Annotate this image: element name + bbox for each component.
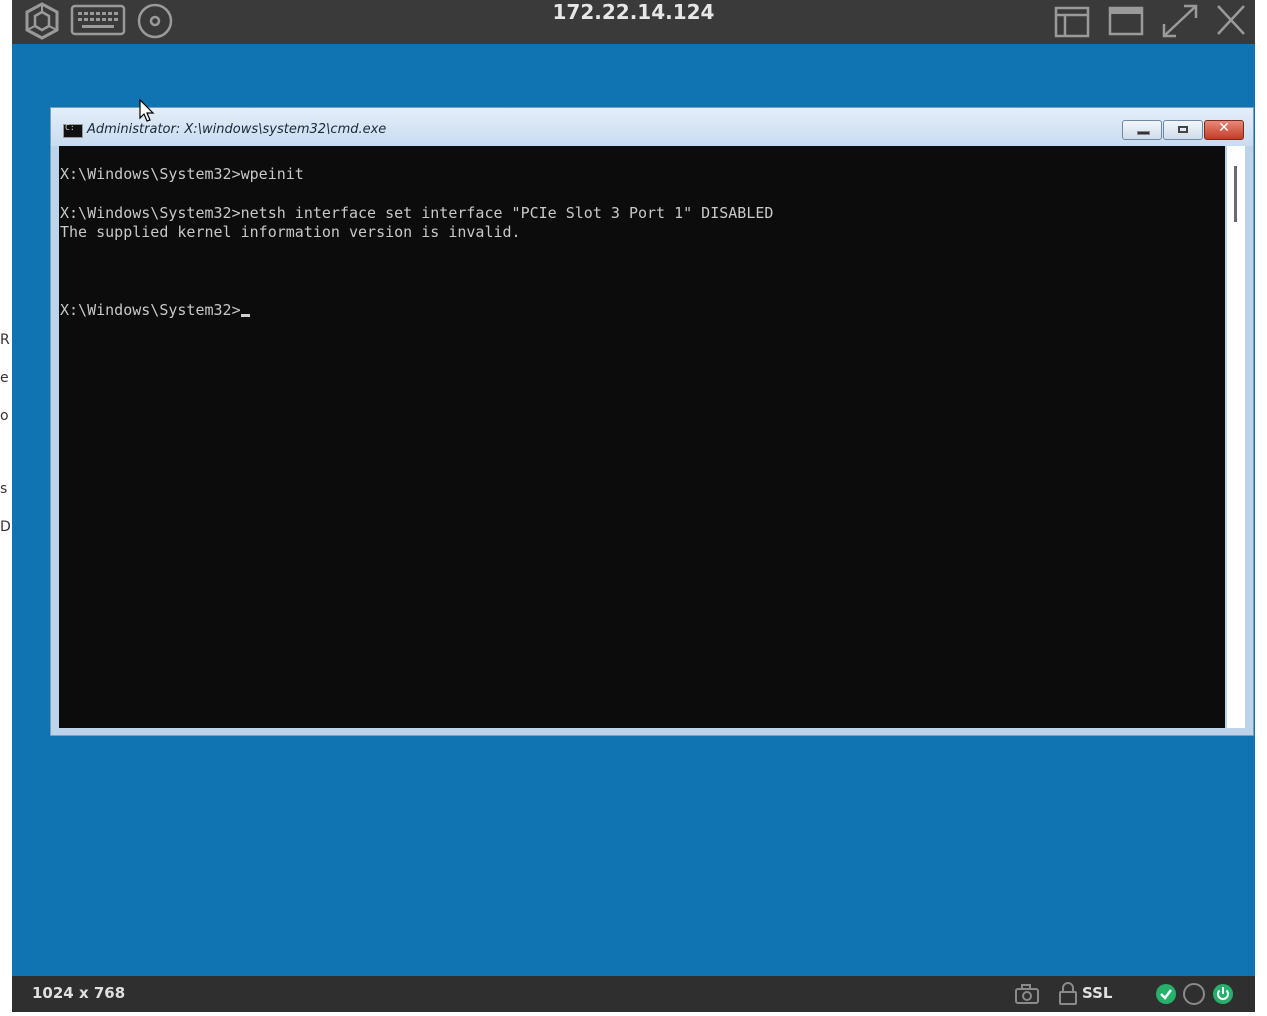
text-fragment: R bbox=[0, 332, 10, 348]
console-line: X:\Windows\System32>netsh interface set … bbox=[60, 204, 774, 222]
minimize-button[interactable] bbox=[1122, 120, 1162, 140]
close-icon[interactable] bbox=[1212, 2, 1250, 44]
maximize-icon bbox=[1178, 126, 1188, 133]
cmd-window-title: Administrator: X:\windows\system32\cmd.e… bbox=[87, 122, 387, 137]
text-fragment: o bbox=[0, 408, 9, 424]
viewer-statusbar: 1024 x 768 SSL bbox=[12, 976, 1255, 1012]
console-prompt: X:\Windows\System32> bbox=[60, 301, 241, 319]
ssl-label: SSL bbox=[1082, 984, 1113, 1002]
console-line: The supplied kernel information version … bbox=[60, 223, 521, 241]
cmd-window[interactable]: Administrator: X:\windows\system32\cmd.e… bbox=[50, 107, 1254, 736]
viewer-toolbar: 172.22.14.124 bbox=[12, 0, 1255, 44]
close-window-button[interactable]: ✕ bbox=[1204, 120, 1244, 140]
lock-icon bbox=[1058, 982, 1078, 1010]
check-icon bbox=[1154, 982, 1178, 1010]
text-cursor bbox=[240, 314, 250, 317]
text-fragment: e bbox=[0, 370, 9, 386]
vertical-scrollbar[interactable] bbox=[1227, 146, 1245, 728]
close-x-icon: ✕ bbox=[1218, 120, 1230, 136]
console-output[interactable]: X:\Windows\System32>wpeinit X:\Windows\S… bbox=[59, 146, 1225, 728]
mouse-pointer-icon bbox=[138, 98, 156, 128]
resolution-label: 1024 x 768 bbox=[32, 984, 126, 1002]
window-icon[interactable] bbox=[1106, 2, 1146, 44]
background-window-edge: R e o s D bbox=[0, 0, 12, 1016]
text-fragment: D bbox=[0, 519, 11, 535]
cmd-app-icon[interactable] bbox=[63, 123, 83, 138]
remote-viewer-frame: R e o s D 172.22.14.124 C: Administrator… bbox=[0, 0, 1267, 1016]
scrollbar-thumb[interactable] bbox=[1234, 166, 1237, 222]
power-icon[interactable] bbox=[1211, 982, 1235, 1010]
camera-icon[interactable] bbox=[1014, 982, 1040, 1010]
fullscreen-icon[interactable] bbox=[1158, 2, 1202, 44]
console-line: X:\Windows\System32>wpeinit bbox=[60, 165, 304, 183]
layout-icon[interactable] bbox=[1052, 2, 1092, 44]
console-prompt-line[interactable]: X:\Windows\System32> bbox=[60, 301, 250, 319]
circle-icon bbox=[1182, 982, 1206, 1010]
cmd-titlebar[interactable]: Administrator: X:\windows\system32\cmd.e… bbox=[51, 108, 1253, 146]
maximize-button[interactable] bbox=[1163, 120, 1203, 140]
viewer-right-edge bbox=[1255, 0, 1267, 1016]
minimize-icon bbox=[1137, 131, 1150, 135]
text-fragment: s bbox=[0, 481, 8, 497]
